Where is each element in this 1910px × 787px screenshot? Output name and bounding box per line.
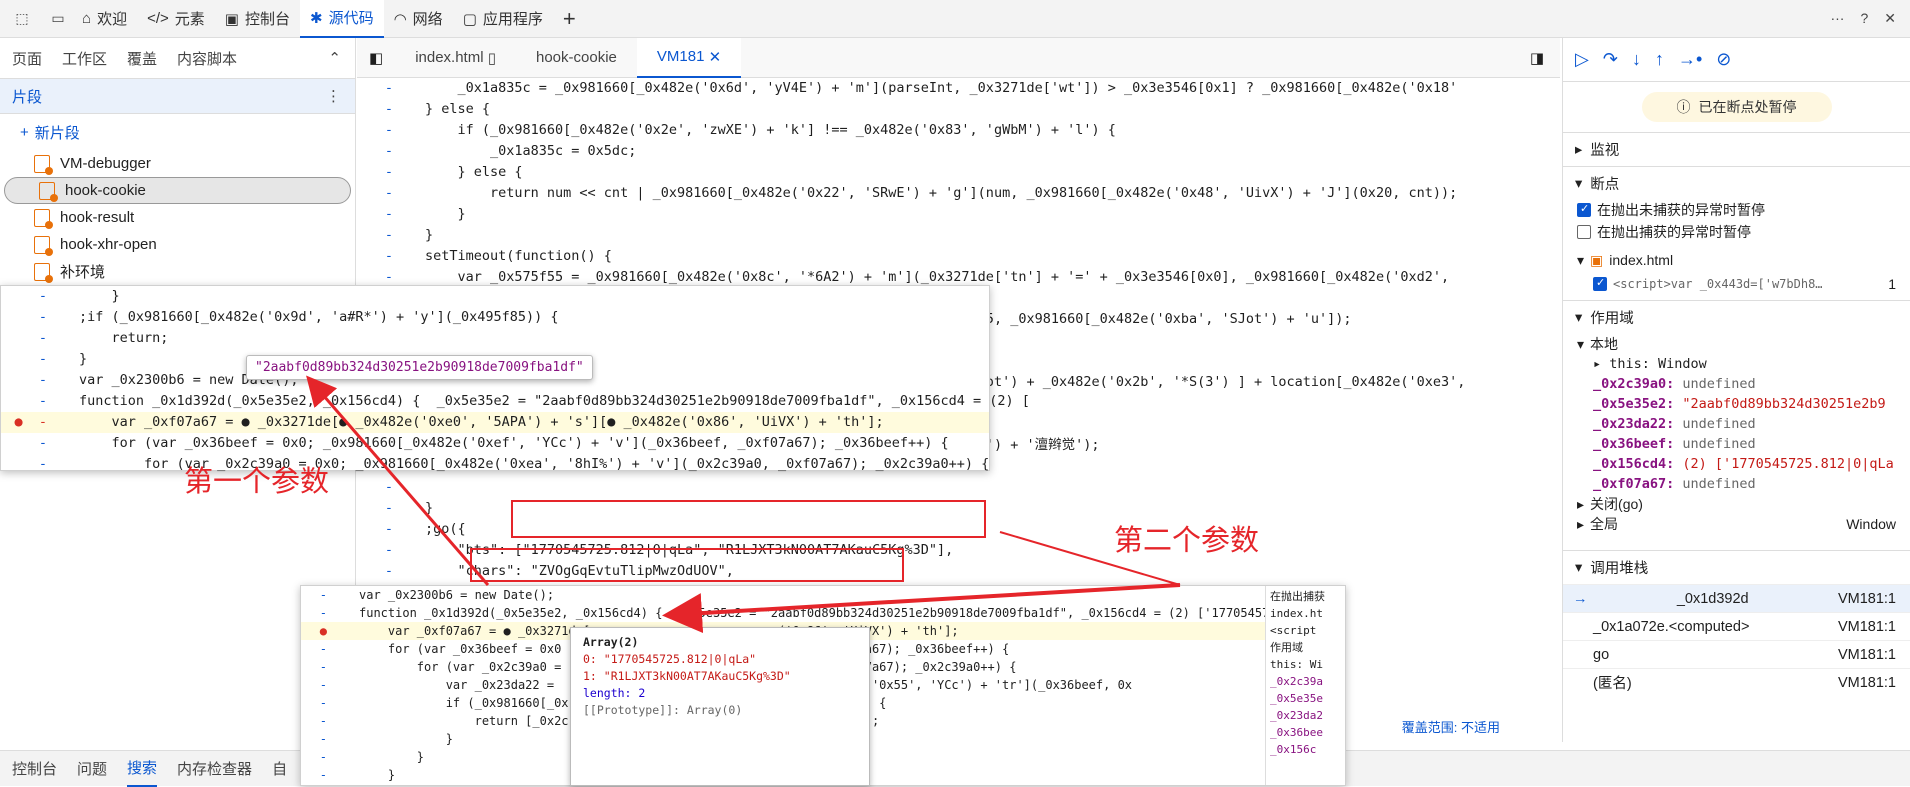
annotation-arrows — [306, 375, 1181, 634]
